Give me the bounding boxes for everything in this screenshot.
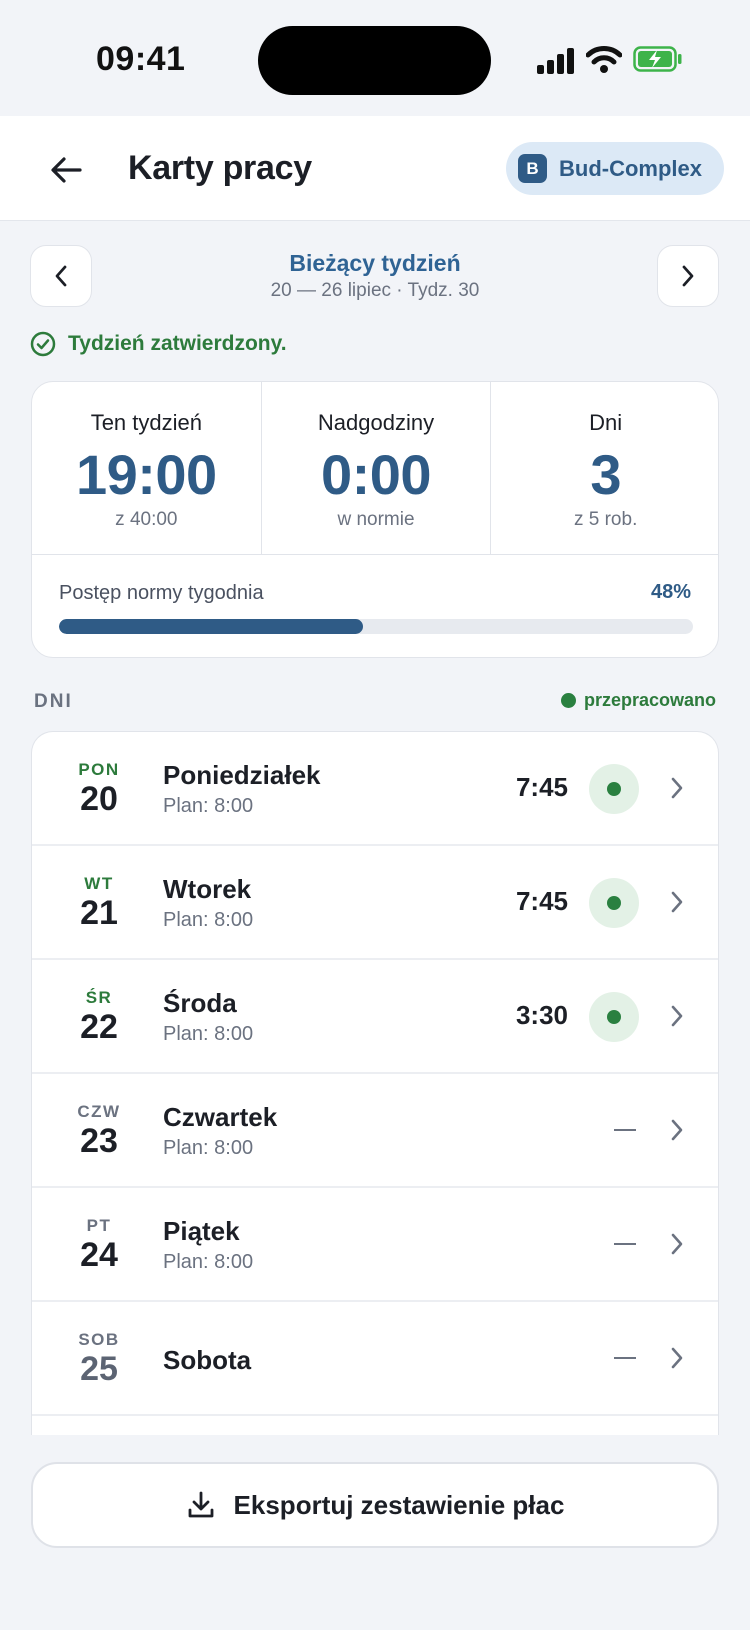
approval-text: Tydzień zatwierdzony. — [68, 332, 287, 355]
next-week-button[interactable] — [657, 245, 719, 307]
day-row[interactable]: ŚR 22 Środa Plan: 8:00 3:30 — [32, 960, 718, 1074]
stats-row: Ten tydzień 19:00 z 40:00 Nadgodziny 0:0… — [32, 382, 718, 555]
chevron-right-icon — [671, 891, 683, 913]
day-number: 23 — [80, 1122, 118, 1160]
day-row[interactable]: PON 20 Poniedziałek Plan: 8:00 7:45 — [32, 732, 718, 846]
day-plan: Plan: 8:00 — [163, 1251, 254, 1273]
stat-label: Nadgodziny — [317, 410, 435, 435]
chevron-right-icon — [671, 1347, 683, 1369]
export-payroll-button[interactable]: Eksportuj zestawienie płac — [31, 1462, 719, 1548]
day-row[interactable]: SOB 25 Sobota — [32, 1302, 718, 1416]
day-worked-time: 7:45 — [515, 772, 568, 802]
legend-dot — [560, 693, 576, 708]
company-switcher[interactable]: B Bud-Complex — [506, 142, 724, 195]
approval-status: Tydzień zatwierdzony. — [30, 331, 287, 357]
no-time-dash — [614, 1357, 636, 1359]
back-button[interactable] — [42, 148, 90, 192]
chevron-right-icon — [671, 1119, 683, 1141]
worked-dot — [607, 896, 621, 910]
days-section-label: DNI — [34, 691, 73, 712]
day-name: Czwartek — [163, 1102, 278, 1132]
stat-sub: z 5 rob. — [573, 509, 638, 530]
worked-status-indicator — [589, 878, 639, 928]
day-abbr: PON — [78, 760, 120, 779]
day-plan: Plan: 8:00 — [163, 909, 254, 931]
progress-bar — [59, 619, 693, 634]
stat-overtime: Nadgodziny 0:00 w normie — [260, 382, 491, 554]
signal-icon — [537, 48, 575, 74]
day-abbr: ŚR — [85, 988, 113, 1007]
stat-this-week: Ten tydzień 19:00 z 40:00 — [32, 382, 261, 554]
stat-sub: w normie — [337, 509, 415, 530]
no-time-dash — [614, 1129, 636, 1131]
day-name: Wtorek — [163, 874, 252, 904]
status-bar: 09:41 — [0, 0, 750, 116]
app-header: Karty pracy B Bud-Complex — [0, 116, 750, 221]
worked-dot — [607, 782, 621, 796]
stat-value: 0:00 — [320, 443, 432, 506]
export-label: Eksportuj zestawienie płac — [233, 1489, 565, 1520]
day-number: 20 — [80, 780, 118, 818]
week-summary-card: Ten tydzień 19:00 z 40:00 Nadgodziny 0:0… — [31, 381, 719, 658]
week-range: 20 — 26 lipiec · Tydz. 30 — [270, 280, 480, 301]
stat-label: Ten tydzień — [90, 410, 202, 435]
progress-percent: 48% — [650, 581, 691, 603]
day-abbr: PT — [86, 1216, 112, 1235]
company-name: Bud-Complex — [559, 155, 702, 181]
stat-sub: z 40:00 — [115, 509, 178, 530]
status-time: 09:41 — [96, 40, 186, 78]
stat-days: Dni 3 z 5 rob. — [490, 382, 718, 554]
week-title: Bieżący tydzień — [289, 250, 461, 276]
chevron-right-icon — [682, 265, 694, 287]
worked-status-indicator — [589, 992, 639, 1042]
day-row[interactable]: CZW 23 Czwartek Plan: 8:00 — [32, 1074, 718, 1188]
stat-value: 19:00 — [75, 443, 217, 506]
check-circle-icon — [30, 331, 56, 357]
day-worked-time: 7:45 — [515, 886, 568, 916]
day-plan: Plan: 8:00 — [163, 1023, 254, 1045]
worked-status-indicator — [589, 764, 639, 814]
chevron-right-icon — [671, 1005, 683, 1027]
day-number: 21 — [80, 894, 118, 932]
day-abbr: SOB — [78, 1330, 120, 1349]
legend-text: przepracowano — [583, 690, 716, 710]
day-number: 24 — [80, 1236, 118, 1274]
day-abbr: WT — [84, 874, 114, 893]
chevron-right-icon — [671, 1233, 683, 1255]
day-number: 22 — [80, 1008, 118, 1046]
day-worked-time: 3:30 — [515, 1000, 568, 1030]
day-name: Piątek — [163, 1216, 240, 1246]
download-icon — [188, 1491, 213, 1518]
day-plan: Plan: 8:00 — [163, 1137, 254, 1159]
page-title: Karty pracy — [128, 149, 312, 187]
day-abbr: CZW — [77, 1102, 121, 1121]
stat-label: Dni — [589, 410, 623, 435]
day-row[interactable]: PT 24 Piątek Plan: 8:00 — [32, 1188, 718, 1302]
wifi-icon — [586, 46, 622, 73]
chevron-right-icon — [671, 777, 683, 799]
day-name: Sobota — [163, 1345, 252, 1375]
arrow-left-icon — [51, 157, 82, 183]
day-row[interactable]: WT 21 Wtorek Plan: 8:00 7:45 — [32, 846, 718, 960]
day-name: Środa — [163, 988, 237, 1018]
worked-dot — [607, 1010, 621, 1024]
progress-label: Postęp normy tygodnia — [59, 582, 264, 604]
progress-bar-fill — [59, 619, 364, 634]
day-number: 25 — [80, 1350, 118, 1388]
worked-legend: przepracowano — [560, 690, 716, 711]
day-plan: Plan: 8:00 — [163, 795, 254, 817]
company-initial-badge: B — [518, 154, 547, 183]
day-list: PON 20 Poniedziałek Plan: 8:00 7:45 WT 21 Wtore… — [31, 731, 719, 1435]
day-name: Poniedziałek — [163, 760, 321, 790]
dynamic-island — [258, 26, 491, 95]
battery-icon — [633, 46, 682, 72]
no-time-dash — [614, 1243, 636, 1245]
stat-value: 3 — [590, 443, 621, 506]
